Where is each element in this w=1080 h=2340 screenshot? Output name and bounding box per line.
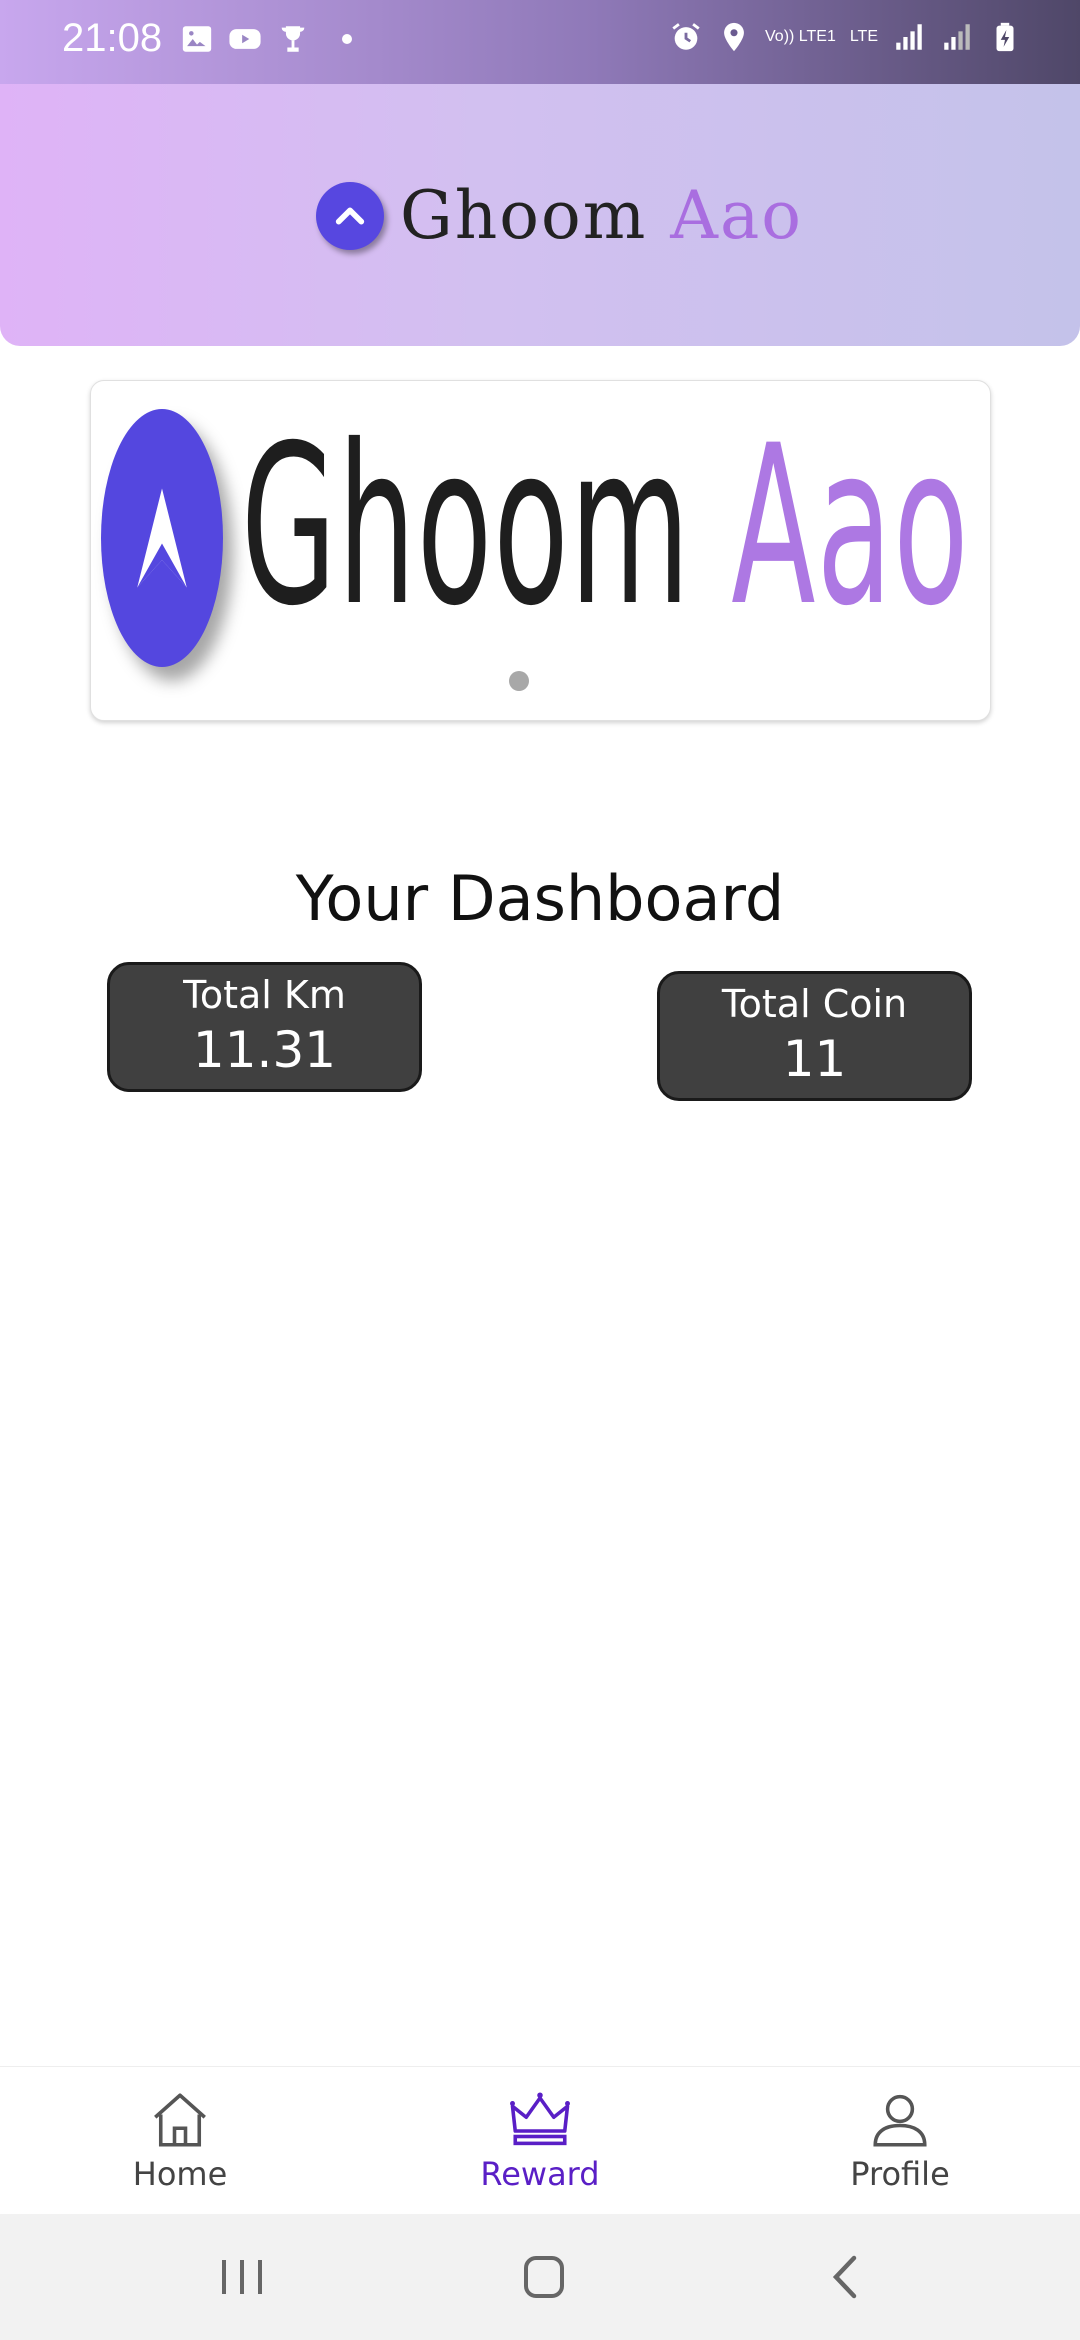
home-icon <box>154 2093 206 2147</box>
total-coin-card: Total Coin 11 <box>657 971 972 1101</box>
carousel-indicator-dot[interactable] <box>509 671 529 691</box>
carousel-title: Ghoom Aao <box>241 416 970 636</box>
volte-icon: Vo)) LTE1 <box>765 28 836 45</box>
lte-icon: LTE <box>849 28 878 45</box>
status-bar: 21:08 Vo)) LTE1 LTE <box>0 0 1080 84</box>
dashboard-title: Your Dashboard <box>295 862 785 935</box>
back-icon[interactable] <box>816 2250 876 2304</box>
nav-item-profile[interactable]: Profile <box>800 2087 1000 2193</box>
banner-carousel[interactable]: Ghoom Aao <box>90 380 991 721</box>
carousel-arrow-icon <box>101 409 223 667</box>
signal-icon-2 <box>944 24 970 50</box>
status-right-icons: Vo)) LTE1 LTE <box>669 20 1022 54</box>
signal-icon <box>896 24 922 50</box>
crown-icon <box>510 2092 570 2146</box>
alarm-icon <box>672 23 700 50</box>
nav-label-profile: Profile <box>850 2155 950 2193</box>
total-km-label: Total Km <box>183 973 346 1017</box>
app-header: Ghoom Aao <box>0 84 1080 346</box>
status-time: 21:08 <box>62 16 163 60</box>
carousel-title-part2: Aao <box>731 398 970 654</box>
nav-label-home: Home <box>132 2155 228 2193</box>
gallery-icon <box>182 26 212 52</box>
bottom-navigation: Home Reward Profile <box>0 2066 1080 2214</box>
youtube-icon <box>229 29 261 49</box>
header-logo: Ghoom Aao <box>316 177 803 254</box>
header-title-part2: Aao <box>670 177 804 254</box>
total-km-value: 11.31 <box>192 1021 337 1079</box>
system-navigation-bar <box>0 2214 1080 2340</box>
total-coin-value: 11 <box>782 1030 847 1088</box>
trophy-icon <box>281 26 305 52</box>
total-km-card: Total Km 11.31 <box>107 962 422 1092</box>
nav-item-home[interactable]: Home <box>80 2087 280 2193</box>
header-title: Ghoom Aao <box>400 177 803 254</box>
carousel-title-part1: Ghoom <box>241 398 691 654</box>
total-coin-label: Total Coin <box>721 982 908 1026</box>
battery-charging-icon <box>996 22 1014 52</box>
profile-icon <box>873 2094 927 2147</box>
location-icon <box>724 22 744 52</box>
status-left-icons <box>180 22 352 56</box>
recent-apps-icon[interactable] <box>212 2250 272 2304</box>
system-home-icon[interactable] <box>514 2250 574 2304</box>
navigation-arrow-icon <box>316 181 384 250</box>
nav-item-reward[interactable]: Reward <box>440 2087 640 2193</box>
dot-icon <box>342 34 352 44</box>
header-title-part1: Ghoom <box>400 177 648 254</box>
nav-label-reward: Reward <box>480 2155 600 2193</box>
